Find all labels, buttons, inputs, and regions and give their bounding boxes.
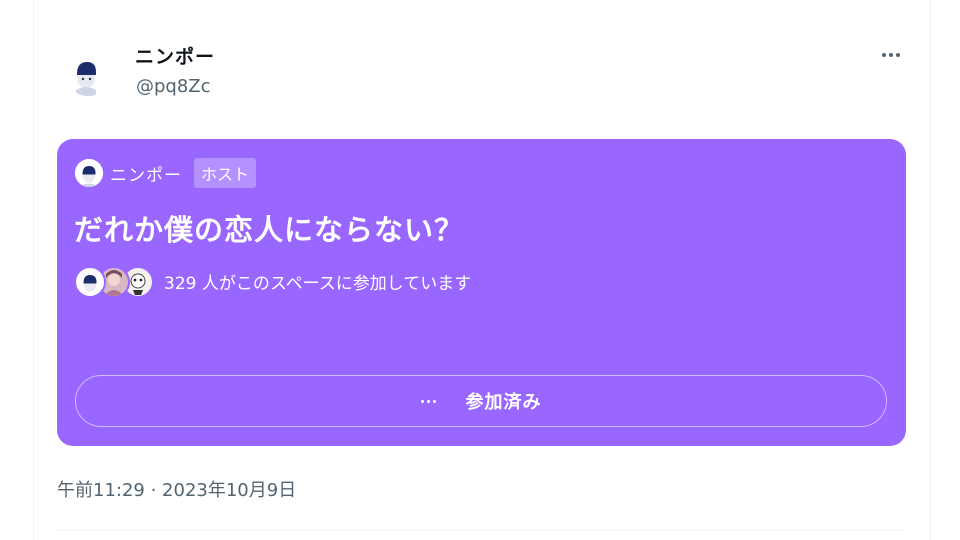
more-options-button[interactable]: [874, 40, 908, 70]
listeners-count-text: 329 人がこのスペースに参加しています: [164, 273, 472, 294]
space-host-row: ニンポー ホスト: [75, 158, 257, 188]
joined-button[interactable]: 参加済み: [75, 375, 887, 427]
ellipsis-icon: [882, 53, 900, 57]
divider: [57, 530, 906, 531]
host-name: ニンポー: [110, 165, 182, 186]
author-name[interactable]: ニンポー: [135, 42, 215, 69]
space-title: だれか僕の恋人にならない？: [74, 213, 465, 247]
space-card[interactable]: ニンポー ホスト だれか僕の恋人にならない？ 329 人がこのスペースに参加して…: [57, 139, 906, 446]
author-avatar[interactable]: [65, 50, 111, 96]
joined-label: 参加済み: [465, 392, 542, 413]
listener-avatar: [74, 266, 106, 298]
host-badge: ホスト: [194, 158, 257, 188]
tweet-timestamp[interactable]: 午前11:29 · 2023年10月9日: [57, 476, 296, 502]
listeners-row: 329 人がこのスペースに参加しています: [74, 265, 472, 298]
author-handle[interactable]: @pq8Zc: [136, 76, 211, 97]
listener-avatars: [74, 266, 156, 298]
host-avatar: [75, 159, 103, 187]
ellipsis-icon: [420, 399, 436, 403]
